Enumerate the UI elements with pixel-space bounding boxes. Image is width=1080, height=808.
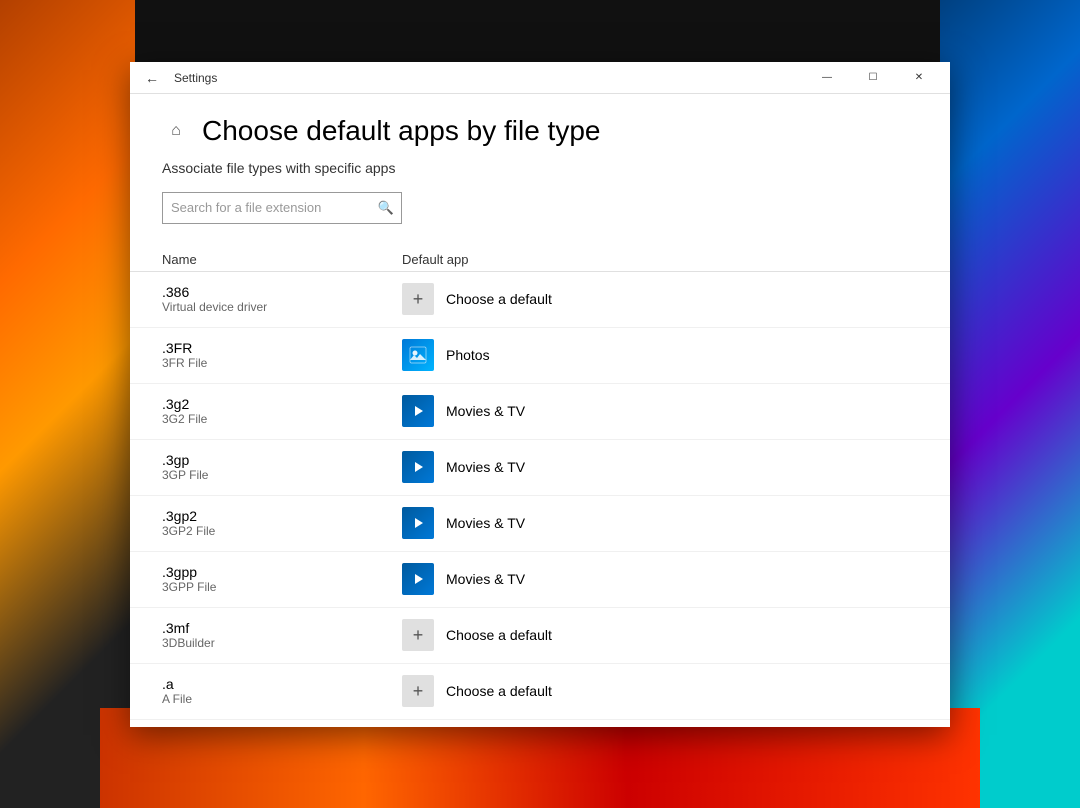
window-title: Settings: [174, 71, 804, 85]
app-selector[interactable]: Movies & TV: [402, 507, 525, 539]
table-row: .3gp2 3GP2 File Movies & TV: [130, 496, 950, 552]
row-name-col: .3g2 3G2 File: [162, 396, 402, 426]
search-container: 🔍: [162, 192, 402, 224]
settings-window: ← Settings — ☐ ✕ ⌂ Choose default apps b…: [130, 62, 950, 727]
app-selector[interactable]: + Choose a default: [402, 283, 552, 315]
table-row: .3mf 3DBuilder + Choose a default: [130, 608, 950, 664]
file-type-list[interactable]: Name Default app .386 Virtual device dri…: [130, 248, 950, 727]
table-row: .3gpp 3GPP File Movies & TV: [130, 552, 950, 608]
file-description: 3FR File: [162, 356, 402, 370]
photos-icon: [402, 339, 434, 371]
file-extension: .3gp: [162, 452, 402, 468]
col-app-header: Default app: [402, 252, 469, 267]
rows-container: .386 Virtual device driver + Choose a de…: [130, 272, 950, 720]
file-extension: .386: [162, 284, 402, 300]
movies-icon: [402, 563, 434, 595]
app-name: Choose a default: [446, 627, 552, 643]
app-name: Movies & TV: [446, 515, 525, 531]
file-description: A File: [162, 692, 402, 706]
movies-icon: [402, 507, 434, 539]
file-extension: .3gpp: [162, 564, 402, 580]
search-input[interactable]: [162, 192, 402, 224]
table-row: .3gp 3GP File Movies & TV: [130, 440, 950, 496]
file-extension: .3mf: [162, 620, 402, 636]
file-extension: .3gp2: [162, 508, 402, 524]
file-description: 3DBuilder: [162, 636, 402, 650]
col-name-header: Name: [162, 252, 402, 267]
file-extension: .a: [162, 676, 402, 692]
row-name-col: .3gp 3GP File: [162, 452, 402, 482]
app-name: Photos: [446, 347, 490, 363]
content-area: ⌂ Choose default apps by file type Assoc…: [130, 94, 950, 727]
bg-right-decoration: [940, 0, 1080, 808]
row-name-col: .3FR 3FR File: [162, 340, 402, 370]
plus-icon: +: [402, 283, 434, 315]
row-name-col: .3gpp 3GPP File: [162, 564, 402, 594]
header-nav: ⌂ Choose default apps by file type: [162, 114, 918, 148]
app-selector[interactable]: Movies & TV: [402, 451, 525, 483]
minimize-button[interactable]: —: [804, 62, 850, 94]
file-description: 3GPP File: [162, 580, 402, 594]
subtitle-text: Associate file types with specific apps: [162, 160, 918, 176]
table-row: .a A File + Choose a default: [130, 664, 950, 720]
bg-left-decoration: [0, 0, 135, 808]
file-description: 3G2 File: [162, 412, 402, 426]
file-extension: .3g2: [162, 396, 402, 412]
file-description: 3GP2 File: [162, 524, 402, 538]
movies-icon: [402, 395, 434, 427]
app-name: Movies & TV: [446, 459, 525, 475]
table-row: .3FR 3FR File Photos: [130, 328, 950, 384]
home-icon: ⌂: [162, 117, 190, 145]
movies-icon: [402, 451, 434, 483]
row-name-col: .3gp2 3GP2 File: [162, 508, 402, 538]
app-selector[interactable]: Movies & TV: [402, 563, 525, 595]
app-name: Movies & TV: [446, 571, 525, 587]
app-selector[interactable]: + Choose a default: [402, 619, 552, 651]
table-row: .3g2 3G2 File Movies & TV: [130, 384, 950, 440]
row-name-col: .386 Virtual device driver: [162, 284, 402, 314]
row-name-col: .a A File: [162, 676, 402, 706]
window-controls: — ☐ ✕: [804, 62, 942, 94]
row-name-col: .3mf 3DBuilder: [162, 620, 402, 650]
back-button[interactable]: ←: [138, 64, 166, 92]
app-selector[interactable]: + Choose a default: [402, 675, 552, 707]
column-headers: Name Default app: [130, 248, 950, 272]
app-name: Choose a default: [446, 683, 552, 699]
app-selector[interactable]: Movies & TV: [402, 395, 525, 427]
app-name: Movies & TV: [446, 403, 525, 419]
plus-icon: +: [402, 619, 434, 651]
file-description: 3GP File: [162, 468, 402, 482]
page-header: ⌂ Choose default apps by file type Assoc…: [130, 94, 950, 248]
table-row: .386 Virtual device driver + Choose a de…: [130, 272, 950, 328]
close-button[interactable]: ✕: [896, 62, 942, 94]
file-description: Virtual device driver: [162, 300, 402, 314]
page-title: Choose default apps by file type: [202, 114, 600, 148]
plus-icon: +: [402, 675, 434, 707]
file-extension: .3FR: [162, 340, 402, 356]
titlebar: ← Settings — ☐ ✕: [130, 62, 950, 94]
maximize-button[interactable]: ☐: [850, 62, 896, 94]
app-name: Choose a default: [446, 291, 552, 307]
app-selector[interactable]: Photos: [402, 339, 490, 371]
